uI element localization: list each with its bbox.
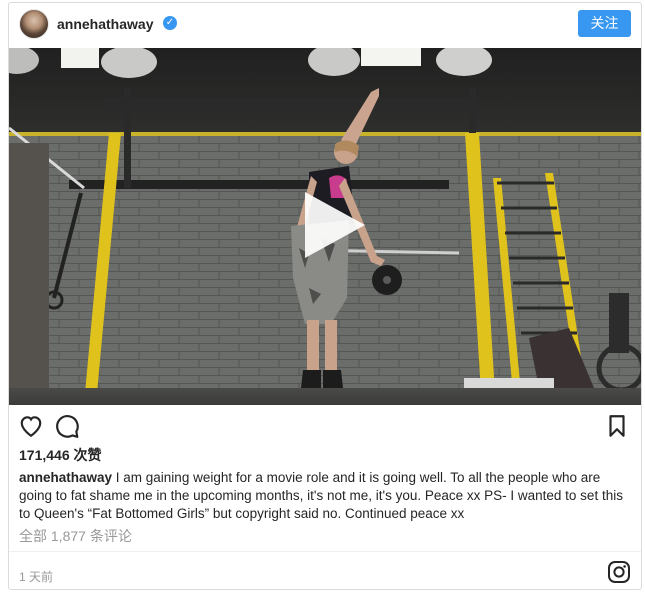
instagram-logo-icon[interactable]: [607, 560, 631, 584]
instagram-post-card: annehathaway ✓ 关注 171,446 次赞 annehathawa…: [8, 2, 642, 590]
verified-badge-icon: ✓: [163, 16, 177, 30]
like-count[interactable]: 171,446 次赞: [19, 445, 102, 465]
bookmark-icon[interactable]: [604, 413, 630, 439]
post-header: annehathaway ✓ 关注: [9, 3, 641, 47]
avatar[interactable]: [19, 9, 49, 39]
follow-button[interactable]: 关注: [578, 10, 631, 37]
action-bar: [9, 407, 641, 447]
post-timestamp[interactable]: 1 天前: [19, 568, 53, 585]
post-caption: annehathaway I am gaining weight for a m…: [19, 469, 629, 523]
caption-username-link[interactable]: annehathaway: [19, 470, 112, 485]
heart-outline-icon[interactable]: [18, 413, 44, 439]
view-all-comments-link[interactable]: 全部 1,877 条评论: [19, 526, 132, 546]
video-frame: [9, 48, 641, 405]
divider: [9, 551, 641, 552]
post-video[interactable]: [9, 48, 641, 405]
comment-bubble-icon[interactable]: [54, 413, 80, 439]
username-link[interactable]: annehathaway: [57, 16, 153, 32]
